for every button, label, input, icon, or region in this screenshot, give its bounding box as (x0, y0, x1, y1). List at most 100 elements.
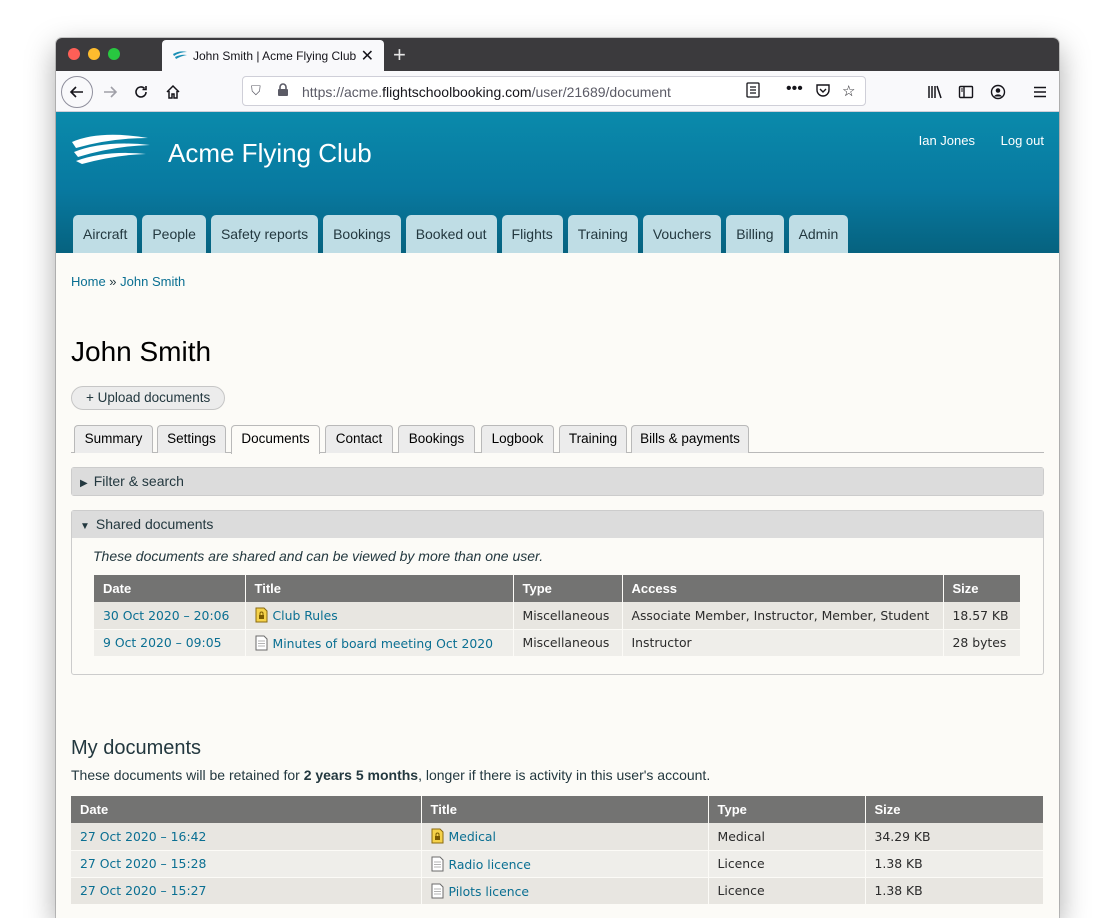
table-row: 30 Oct 2020 – 20:06 Club Rules Miscellan… (94, 602, 1021, 630)
upload-documents-button[interactable]: + Upload documents (71, 386, 226, 410)
home-icon (166, 84, 180, 99)
column-header-title[interactable]: Title (245, 575, 514, 602)
nav-tab-safety-reports[interactable]: Safety reports (210, 215, 319, 253)
library-icon (928, 85, 942, 99)
user-profile-link[interactable]: Ian Jones (919, 133, 975, 148)
sidebar-icon (958, 85, 974, 99)
size-cell: 34.29 KB (865, 823, 1044, 851)
filter-search-toggle[interactable]: ▶ Filter & search (72, 468, 1043, 495)
size-cell: 1.38 KB (865, 877, 1044, 905)
shared-documents-table: Date Title Type Access Size 30 Oct 2020 … (94, 575, 1021, 657)
locked-document-icon (255, 607, 267, 623)
column-header-size[interactable]: Size (865, 796, 1044, 823)
nav-tab-training[interactable]: Training (567, 215, 638, 253)
retention-note: These documents will be retained for 2 y… (71, 767, 711, 783)
minimize-window-button[interactable] (88, 48, 100, 60)
document-title-link[interactable]: Club Rules (273, 608, 338, 623)
document-title-link[interactable]: Medical (449, 829, 496, 844)
document-title-link[interactable]: Pilots licence (449, 884, 530, 899)
new-tab-icon[interactable]: + (393, 42, 406, 68)
tab-documents[interactable]: Documents (231, 425, 320, 454)
size-cell: 18.57 KB (943, 602, 1021, 630)
column-header-access[interactable]: Access (622, 575, 944, 602)
nav-tab-flights[interactable]: Flights (501, 215, 563, 253)
nav-tab-booked-out[interactable]: Booked out (405, 215, 497, 253)
type-cell: Miscellaneous (513, 602, 623, 630)
close-window-button[interactable] (68, 48, 80, 60)
logout-link[interactable]: Log out (1001, 133, 1044, 148)
pocket-icon[interactable] (815, 82, 831, 102)
bookmark-star-icon[interactable]: ☆ (842, 82, 855, 100)
title-cell: Minutes of board meeting Oct 2020 (245, 629, 514, 657)
site-name[interactable]: Acme Flying Club (168, 138, 372, 169)
document-date-link[interactable]: 27 Oct 2020 – 16:42 (80, 829, 206, 844)
profile-tabs: Summary Settings Documents Contact Booki… (71, 425, 1044, 454)
document-icon (255, 635, 267, 650)
home-button[interactable] (159, 78, 187, 106)
account-icon (990, 84, 1006, 100)
document-date-link[interactable]: 27 Oct 2020 – 15:27 (80, 883, 206, 898)
date-cell: 30 Oct 2020 – 20:06 (94, 602, 246, 630)
table-row: 27 Oct 2020 – 15:27 Pilots licence Licen… (71, 877, 1044, 905)
breadcrumb-home-link[interactable]: Home (71, 274, 106, 289)
tab-bookings[interactable]: Bookings (398, 425, 475, 453)
document-title-link[interactable]: Minutes of board meeting Oct 2020 (273, 636, 493, 651)
shield-icon[interactable]: ⛉ (251, 83, 261, 99)
nav-tab-vouchers[interactable]: Vouchers (642, 215, 722, 253)
type-cell: Miscellaneous (513, 629, 623, 657)
document-title-link[interactable]: Radio licence (449, 857, 531, 872)
reload-button[interactable] (127, 78, 155, 106)
sidebar-button[interactable] (952, 78, 980, 106)
account-button[interactable] (984, 78, 1012, 106)
tab-contact[interactable]: Contact (325, 425, 393, 453)
reload-icon (135, 86, 147, 98)
tab-summary[interactable]: Summary (74, 425, 153, 453)
shared-documents-label: Shared documents (95, 516, 214, 532)
access-cell: Associate Member, Instructor, Member, St… (622, 602, 944, 630)
column-header-type[interactable]: Type (513, 575, 623, 602)
tab-logbook[interactable]: Logbook (481, 425, 554, 453)
my-documents-table: Date Title Type Size 27 Oct 2020 – 16:42… (71, 796, 1044, 905)
menu-button[interactable] (1026, 78, 1054, 106)
shared-documents-note: These documents are shared and can be vi… (93, 548, 544, 564)
url-text: https://acme.flightschoolbooking.com/use… (302, 84, 671, 100)
access-cell: Instructor (622, 629, 944, 657)
reader-view-icon[interactable] (746, 82, 760, 102)
page-actions-icon[interactable]: ••• (786, 80, 803, 98)
shared-documents-toggle[interactable]: ▼ Shared documents (72, 511, 1043, 538)
date-cell: 9 Oct 2020 – 09:05 (94, 629, 246, 657)
close-tab-icon[interactable]: ✕ (361, 46, 374, 66)
tab-bills-payments[interactable]: Bills & payments (631, 425, 749, 453)
forward-button[interactable] (96, 78, 124, 106)
column-header-date[interactable]: Date (94, 575, 246, 602)
document-date-link[interactable]: 9 Oct 2020 – 09:05 (103, 635, 222, 650)
maximize-window-button[interactable] (108, 48, 120, 60)
title-cell: Radio licence (421, 850, 709, 878)
lock-icon[interactable] (277, 83, 289, 100)
column-header-date[interactable]: Date (71, 796, 422, 823)
tab-settings[interactable]: Settings (157, 425, 226, 453)
size-cell: 28 bytes (943, 629, 1021, 657)
nav-tab-aircraft[interactable]: Aircraft (73, 215, 138, 253)
date-cell: 27 Oct 2020 – 16:42 (71, 823, 422, 851)
nav-tab-admin[interactable]: Admin (788, 215, 849, 253)
site-header: Acme Flying Club Ian Jones Log out Aircr… (56, 112, 1059, 253)
column-header-size[interactable]: Size (943, 575, 1021, 602)
document-date-link[interactable]: 30 Oct 2020 – 20:06 (103, 608, 229, 623)
address-bar[interactable]: ⛉ https://acme.flightschoolbooking.com/u… (242, 76, 866, 106)
size-cell: 1.38 KB (865, 850, 1044, 878)
back-button[interactable] (61, 76, 93, 108)
breadcrumb-current-link[interactable]: John Smith (120, 274, 185, 289)
document-date-link[interactable]: 27 Oct 2020 – 15:28 (80, 856, 206, 871)
nav-tab-people[interactable]: People (142, 215, 206, 253)
tab-training[interactable]: Training (559, 425, 627, 453)
club-logo-icon[interactable] (70, 132, 152, 164)
type-cell: Licence (708, 850, 866, 878)
nav-tab-bookings[interactable]: Bookings (323, 215, 401, 253)
column-header-type[interactable]: Type (708, 796, 866, 823)
nav-tab-billing[interactable]: Billing (726, 215, 784, 253)
column-header-title[interactable]: Title (421, 796, 709, 823)
breadcrumb-separator: » (105, 274, 121, 289)
library-button[interactable] (921, 78, 949, 106)
browser-tab[interactable]: John Smith | Acme Flying Club ✕ (162, 40, 384, 71)
